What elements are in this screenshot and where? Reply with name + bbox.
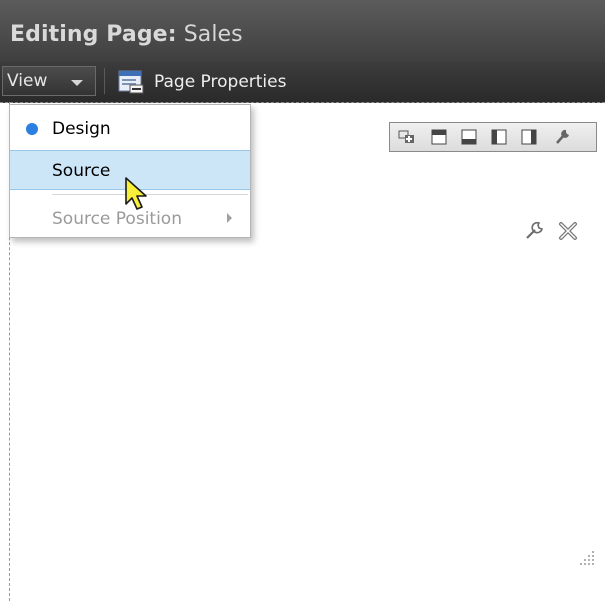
region-layout-toolbar — [389, 122, 597, 152]
menu-item-label: Design — [52, 119, 111, 139]
page-title-name: Sales — [183, 22, 243, 47]
page-title: Editing Page: Sales — [10, 22, 243, 48]
layout-bottom-icon[interactable] — [460, 128, 478, 146]
view-menu-button[interactable]: View — [2, 66, 96, 96]
toolbar-separator — [104, 68, 105, 94]
resize-grip-icon[interactable] — [578, 549, 596, 567]
layout-left-icon[interactable] — [490, 128, 508, 146]
menu-item-label: Source — [52, 161, 111, 181]
view-menu-label: View — [7, 71, 48, 91]
layout-right-icon[interactable] — [520, 128, 538, 146]
chevron-down-icon — [71, 80, 83, 86]
layout-top-icon[interactable] — [430, 128, 448, 146]
editor-header: Editing Page: Sales — [0, 0, 605, 62]
editor-toolbar: View Page Properties — [0, 62, 605, 103]
chevron-right-icon — [227, 213, 232, 223]
page-title-prefix: Editing Page: — [10, 22, 177, 47]
wrench-icon[interactable] — [554, 128, 572, 146]
mouse-pointer-icon — [125, 177, 147, 210]
close-icon[interactable] — [557, 220, 579, 242]
menu-item-label: Source Position — [52, 209, 182, 229]
page-properties-icon[interactable] — [118, 70, 144, 94]
view-dropdown-menu: Design Source Source Position — [9, 104, 251, 238]
menu-item-design[interactable]: Design — [10, 109, 250, 149]
edit-wrench-icon[interactable] — [523, 220, 545, 242]
radio-selected-icon — [26, 123, 38, 135]
add-content-icon[interactable] — [398, 128, 416, 146]
page-properties-button[interactable]: Page Properties — [154, 70, 286, 94]
